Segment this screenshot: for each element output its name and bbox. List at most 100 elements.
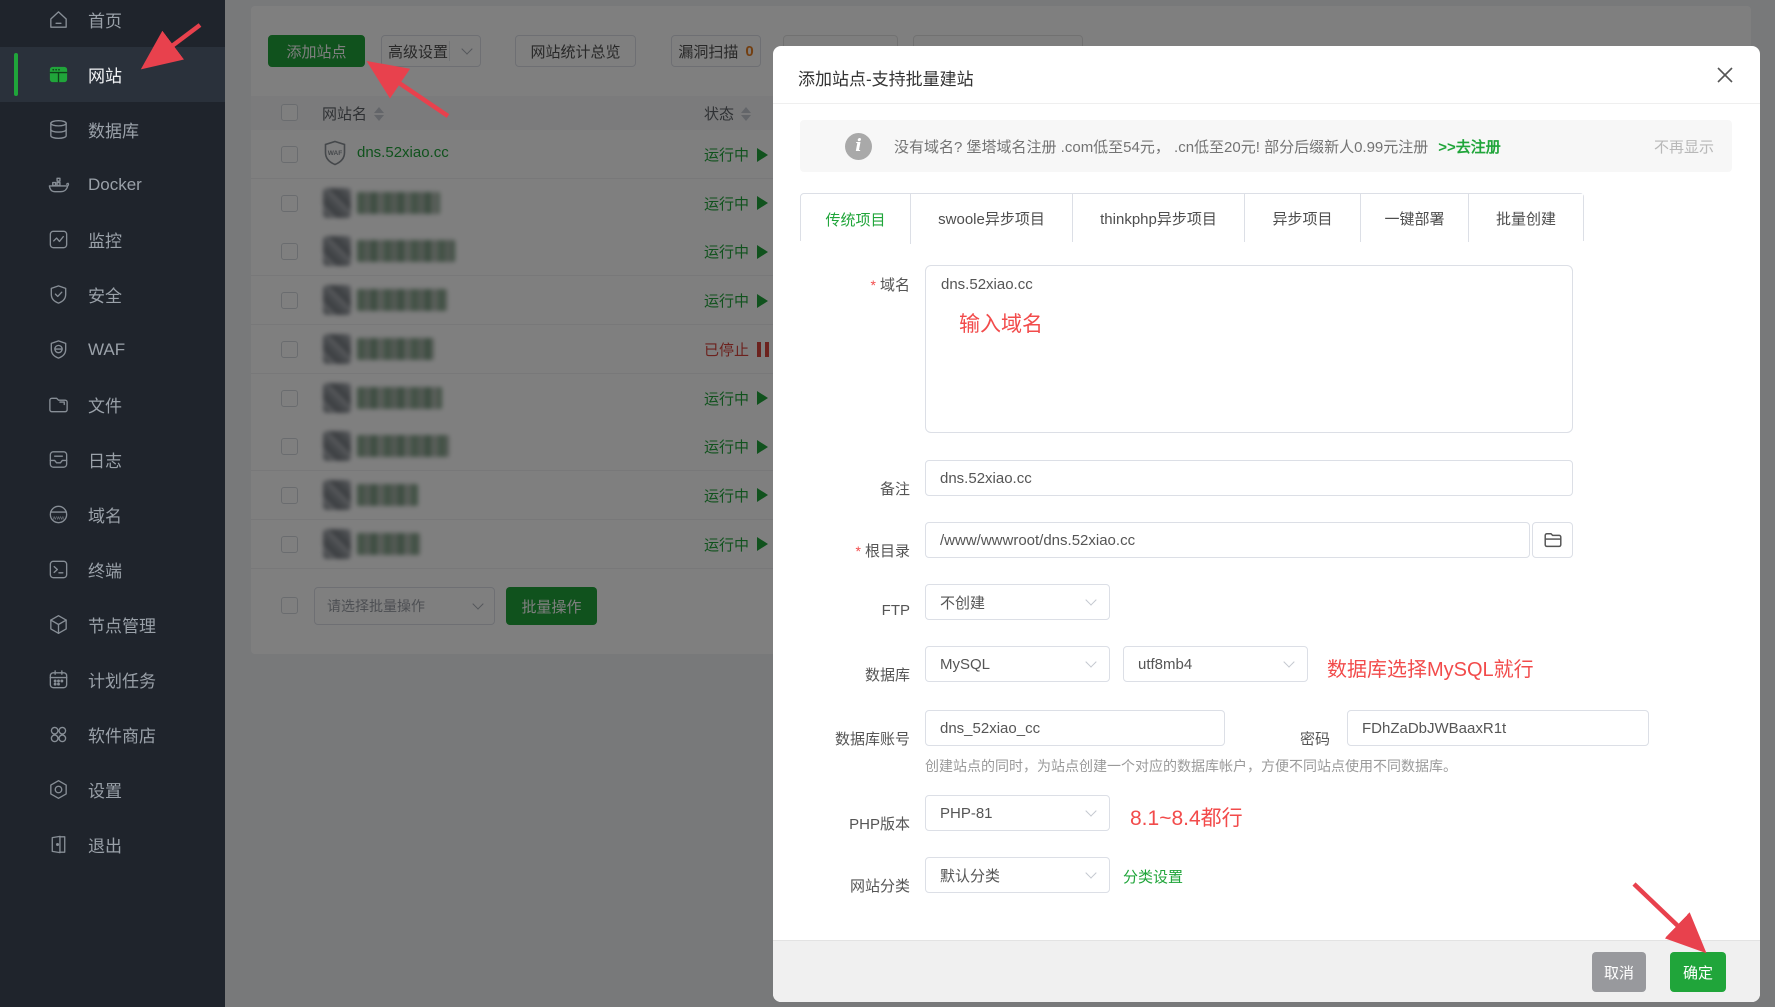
chevron-down-icon <box>1085 805 1096 816</box>
tab-label: 一键部署 <box>1384 208 1444 229</box>
root-path-input[interactable]: /www/wwwroot/dns.52xiao.cc <box>925 522 1530 558</box>
sidebar-item-settings[interactable]: 设置 <box>0 762 225 817</box>
domain-annotation: 输入域名 <box>959 308 1043 338</box>
php-field-label: PHP版本 <box>770 813 910 834</box>
database-icon <box>47 118 70 141</box>
sidebar-item-docker[interactable]: Docker <box>0 157 225 212</box>
php-version-select[interactable]: PHP-81 <box>925 795 1110 831</box>
category-select[interactable]: 默认分类 <box>925 857 1110 893</box>
chevron-down-icon <box>1085 594 1096 605</box>
db-account-input[interactable]: dns_52xiao_cc <box>925 710 1225 746</box>
ftp-field-label: FTP <box>770 602 910 619</box>
sidebar-item-site[interactable]: 网站 <box>0 47 225 102</box>
category-settings-link[interactable]: 分类设置 <box>1123 866 1183 887</box>
sidebar-item-node[interactable]: 节点管理 <box>0 597 225 652</box>
db-annotation: 数据库选择MySQL就行 <box>1327 653 1534 682</box>
sidebar-item-logs[interactable]: 日志 <box>0 432 225 487</box>
ftp-select[interactable]: 不创建 <box>925 584 1110 620</box>
root-path-value: /www/wwwroot/dns.52xiao.cc <box>940 532 1135 549</box>
tab-1[interactable]: 传统项目 <box>801 194 911 244</box>
domain-icon <box>47 503 70 526</box>
db-account-value: dns_52xiao_cc <box>940 720 1040 737</box>
sidebar-item-files[interactable]: 文件 <box>0 377 225 432</box>
sidebar-item-label: 退出 <box>88 832 122 857</box>
cancel-label: 取消 <box>1604 962 1634 983</box>
project-type-tabs: 传统项目 swoole异步项目 thinkphp异步项目 异步项目 一键部署 批量创建 <box>800 193 1584 241</box>
sidebar-item-terminal[interactable]: 终端 <box>0 542 225 597</box>
dismiss-banner-link[interactable]: 不再显示 <box>1654 136 1714 157</box>
tab-6[interactable]: 批量创建 <box>1469 194 1583 242</box>
node-icon <box>47 613 70 636</box>
tab-5[interactable]: 一键部署 <box>1361 194 1469 242</box>
close-icon[interactable] <box>1714 64 1736 86</box>
monitor-icon <box>47 228 70 251</box>
sidebar-item-database[interactable]: 数据库 <box>0 102 225 157</box>
db-type-value: MySQL <box>940 656 990 673</box>
site-icon <box>47 63 70 86</box>
db-type-select[interactable]: MySQL <box>925 646 1110 682</box>
sidebar-item-monitor[interactable]: 监控 <box>0 212 225 267</box>
dialog-header: 添加站点-支持批量建站 <box>773 46 1760 104</box>
db-charset-value: utf8mb4 <box>1138 656 1192 673</box>
info-icon: i <box>845 133 872 160</box>
php-annotation: 8.1~8.4都行 <box>1130 802 1243 832</box>
sidebar-item-label: 计划任务 <box>88 667 156 692</box>
ftp-value: 不创建 <box>940 592 985 613</box>
security-icon <box>47 283 70 306</box>
dialog-title: 添加站点-支持批量建站 <box>798 65 974 90</box>
terminal-icon <box>47 558 70 581</box>
note-field-label: 备注 <box>770 478 910 499</box>
domain-value: dns.52xiao.cc <box>926 266 1572 303</box>
files-icon <box>47 393 70 416</box>
sidebar-item-label: 软件商店 <box>88 722 156 747</box>
logs-icon <box>47 448 70 471</box>
db-charset-select[interactable]: utf8mb4 <box>1123 646 1308 682</box>
confirm-button[interactable]: 确定 <box>1670 952 1726 992</box>
cron-icon <box>47 668 70 691</box>
sidebar-item-waf[interactable]: WAF <box>0 322 225 377</box>
domain-promo-banner: i 没有域名? 堡塔域名注册 .com低至54元， .cn低至20元! 部分后缀… <box>800 120 1732 172</box>
sidebar-item-label: 域名 <box>88 502 122 527</box>
sidebar-item-label: WAF <box>88 340 125 360</box>
db-password-input[interactable]: FDhZaDbJWBaaxR1t <box>1347 710 1649 746</box>
home-icon <box>47 8 70 31</box>
tab-label: 批量创建 <box>1496 208 1556 229</box>
sidebar-item-security[interactable]: 安全 <box>0 267 225 322</box>
sidebar-item-label: 安全 <box>88 282 122 307</box>
sidebar: 首页网站数据库 Docker 监控安全 WAF 文件日志域名终端节点管理计划任务软件商店… <box>0 0 225 1007</box>
tab-2[interactable]: swoole异步项目 <box>911 194 1073 242</box>
chevron-down-icon <box>1283 656 1294 667</box>
promo-text: 没有域名? 堡塔域名注册 .com低至54元， .cn低至20元! 部分后缀新人… <box>894 136 1428 157</box>
domain-textarea[interactable]: dns.52xiao.cc 输入域名 <box>925 265 1573 433</box>
sidebar-item-label: Docker <box>88 175 142 195</box>
settings-icon <box>47 778 70 801</box>
db-field-label: 数据库 <box>770 664 910 685</box>
sidebar-item-label: 监控 <box>88 227 122 252</box>
db-account-field-label: 数据库账号 <box>770 728 910 749</box>
tab-label: thinkphp异步项目 <box>1100 208 1217 229</box>
sidebar-item-store[interactable]: 软件商店 <box>0 707 225 762</box>
store-icon <box>47 723 70 746</box>
sidebar-item-label: 文件 <box>88 392 122 417</box>
note-value: dns.52xiao.cc <box>940 470 1032 487</box>
exit-icon <box>47 833 70 856</box>
note-input[interactable]: dns.52xiao.cc <box>925 460 1573 496</box>
sidebar-item-label: 数据库 <box>88 117 139 142</box>
sidebar-menu: 首页网站数据库 Docker 监控安全 WAF 文件日志域名终端节点管理计划任务软件商店… <box>0 0 225 872</box>
sidebar-item-domain[interactable]: 域名 <box>0 487 225 542</box>
tab-4[interactable]: 异步项目 <box>1245 194 1361 242</box>
sidebar-item-home[interactable]: 首页 <box>0 0 225 47</box>
register-domain-link[interactable]: >>去注册 <box>1438 136 1501 157</box>
sidebar-item-exit[interactable]: 退出 <box>0 817 225 872</box>
tab-label: swoole异步项目 <box>938 208 1045 229</box>
sidebar-item-label: 设置 <box>88 777 122 802</box>
waf-icon <box>47 338 70 361</box>
tab-3[interactable]: thinkphp异步项目 <box>1073 194 1245 242</box>
tab-label: 传统项目 <box>825 209 885 230</box>
browse-folder-button[interactable] <box>1532 522 1573 558</box>
sidebar-item-cron[interactable]: 计划任务 <box>0 652 225 707</box>
sidebar-item-label: 终端 <box>88 557 122 582</box>
chevron-down-icon <box>1085 867 1096 878</box>
cancel-button[interactable]: 取消 <box>1592 952 1646 992</box>
sidebar-item-label: 首页 <box>88 7 122 32</box>
